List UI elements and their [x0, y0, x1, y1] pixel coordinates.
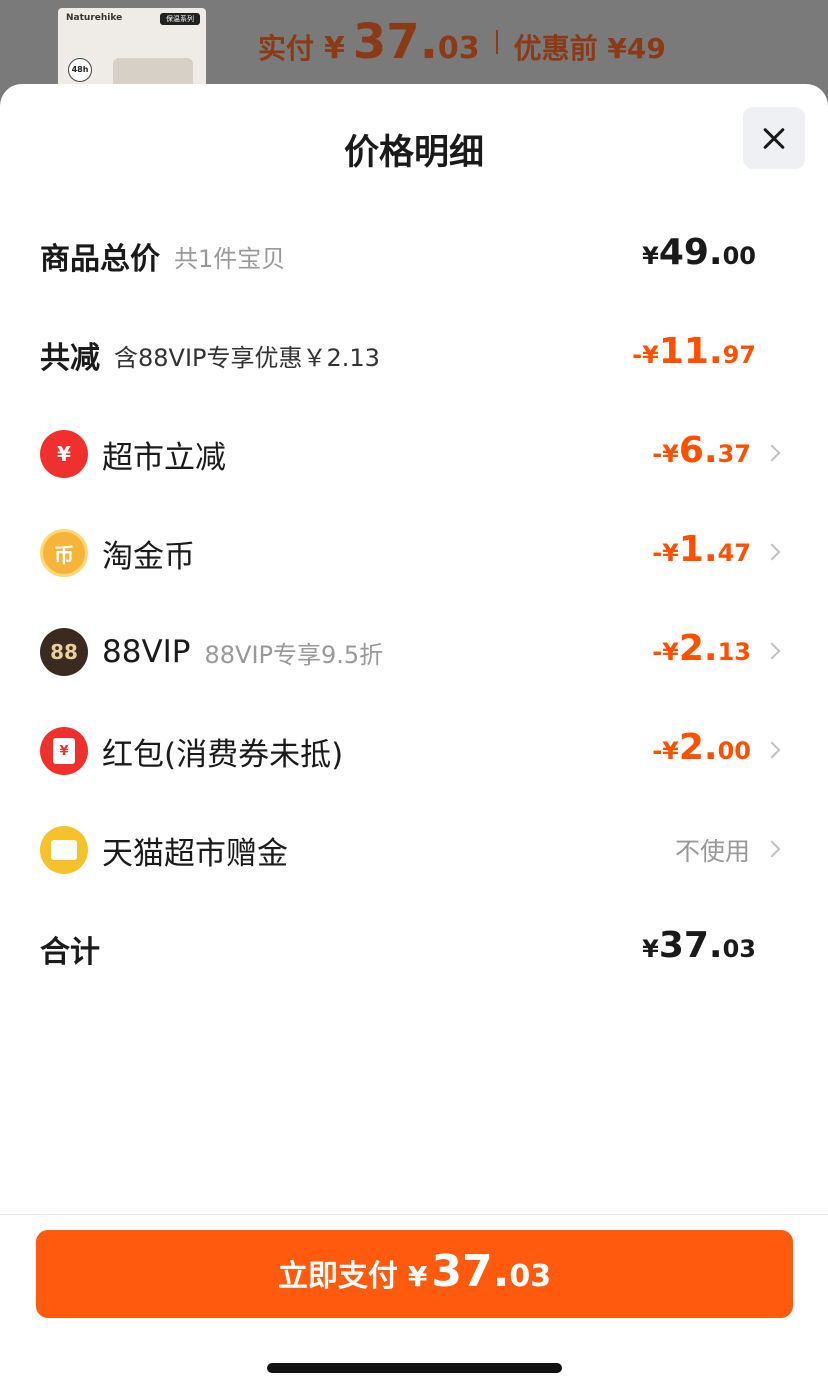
goods-count: 共1件宝贝 — [174, 244, 286, 273]
discount-item-88vip[interactable]: 88 88VIP 88VIP专享9.5折 -¥ 2. 13 — [0, 622, 828, 682]
discount-item-gift-money[interactable]: 天猫超市赠金 不使用 — [0, 820, 828, 880]
item-amount: -¥ 2. 13 — [652, 622, 751, 682]
item-integer: 2. — [678, 628, 718, 669]
item-sub-label: 88VIP专享9.5折 — [204, 640, 384, 669]
grand-total-decimal: 03 — [722, 935, 756, 963]
reduction-yen: -¥ — [632, 341, 659, 369]
paid-yen: ¥ — [324, 31, 345, 66]
thumbnail-badge: 48h — [68, 58, 92, 82]
chevron-right-icon — [763, 543, 781, 561]
reduction-integer: 11. — [658, 331, 723, 372]
item-yen: -¥ — [652, 440, 679, 468]
pay-button-yen: ¥ — [407, 1260, 428, 1293]
88vip-icon: 88 — [40, 628, 88, 676]
item-label-group: ¥ 超市立减 — [40, 424, 226, 484]
chevron-right-icon — [763, 642, 781, 660]
pay-button-decimal: 03 — [509, 1259, 552, 1294]
reduction-label: 共减 — [40, 341, 100, 376]
reduction-note: 含88VIP专享优惠￥2.13 — [114, 343, 380, 372]
item-integer: 1. — [678, 529, 718, 570]
item-integer: 2. — [678, 727, 718, 768]
red-packet-glyph: ¥ — [53, 738, 75, 764]
price-detail-sheet: 价格明细 商品总价 共1件宝贝 ¥ 49. 00 共减 含88VIP专享优惠￥2… — [0, 84, 828, 1391]
goods-total-amount: ¥ 49. 00 — [642, 226, 756, 286]
item-label-group: 币 淘金币 — [40, 523, 195, 583]
chevron-right-icon — [763, 741, 781, 759]
item-decimal: 47 — [717, 539, 751, 567]
item-decimal: 37 — [717, 440, 751, 468]
home-indicator[interactable] — [267, 1363, 562, 1373]
item-amount: -¥ 1. 47 — [652, 523, 751, 583]
item-decimal: 00 — [717, 737, 751, 765]
header-paid-price: 实付 ¥ 37. 03 优惠前 ¥49 — [258, 14, 666, 70]
goods-total-yen: ¥ — [642, 242, 659, 270]
item-label: 红包(消费券未抵) — [102, 736, 344, 773]
item-label-group: ¥ 红包(消费券未抵) — [40, 721, 343, 781]
sheet-title: 价格明细 — [343, 133, 484, 173]
pay-button-integer: 37. — [431, 1246, 510, 1297]
gift-money-icon — [40, 826, 88, 874]
item-label: 超市立减 — [102, 439, 226, 476]
item-amount: -¥ 6. 37 — [652, 424, 751, 484]
item-integer: 6. — [678, 430, 718, 471]
paid-integer: 37. — [352, 14, 438, 70]
total-reduction-row: 共减 含88VIP专享优惠￥2.13 -¥ 11. 97 — [0, 325, 828, 385]
gift-box-glyph — [51, 840, 77, 860]
footer-divider — [0, 1214, 828, 1215]
supermarket-discount-icon: ¥ — [40, 430, 88, 478]
item-amount: -¥ 2. 00 — [652, 721, 751, 781]
chevron-right-icon — [763, 840, 781, 858]
grand-total-amount: ¥ 37. 03 — [642, 919, 756, 979]
goods-total-decimal: 00 — [722, 242, 756, 270]
goods-total-label-group: 商品总价 共1件宝贝 — [40, 226, 285, 286]
reduction-decimal: 97 — [722, 341, 756, 369]
goods-total-row: 商品总价 共1件宝贝 ¥ 49. 00 — [0, 226, 828, 286]
item-label: 88VIP — [102, 634, 191, 670]
thumbnail-brand: Naturehike — [66, 13, 123, 23]
chevron-right-icon — [763, 444, 781, 462]
paid-label: 实付 — [258, 32, 315, 65]
close-button[interactable] — [743, 107, 805, 169]
goods-total-label: 商品总价 — [40, 242, 160, 277]
grand-total-yen: ¥ — [642, 935, 659, 963]
grand-total-label-group: 合计 — [40, 919, 100, 979]
reduction-amount: -¥ 11. 97 — [632, 325, 756, 385]
price-divider — [495, 30, 498, 54]
grand-total-row: 合计 ¥ 37. 03 — [0, 919, 828, 979]
discount-item-supermarket[interactable]: ¥ 超市立减 -¥ 6. 37 — [0, 424, 828, 484]
item-yen: -¥ — [652, 539, 679, 567]
item-label-group: 88 88VIP 88VIP专享9.5折 — [40, 622, 383, 682]
before-discount-price: 优惠前 ¥49 — [513, 32, 666, 65]
reduction-label-group: 共减 含88VIP专享优惠￥2.13 — [40, 325, 380, 385]
item-label: 淘金币 — [102, 538, 195, 575]
discount-item-taojinbi[interactable]: 币 淘金币 -¥ 1. 47 — [0, 523, 828, 583]
grand-total-integer: 37. — [658, 925, 723, 966]
pay-button-label: 立即支付 — [277, 1259, 398, 1294]
item-label: 天猫超市赠金 — [102, 835, 288, 872]
item-label-group: 天猫超市赠金 — [40, 820, 288, 880]
taojinbi-coin-icon: 币 — [40, 529, 88, 577]
goods-total-integer: 49. — [658, 232, 723, 273]
item-yen: -¥ — [652, 638, 679, 666]
paid-decimal: 03 — [437, 31, 480, 66]
red-packet-icon: ¥ — [40, 727, 88, 775]
item-yen: -¥ — [652, 737, 679, 765]
grand-total-label: 合计 — [40, 935, 100, 970]
item-decimal: 13 — [717, 638, 751, 666]
thumbnail-tag: 保温系列 — [160, 13, 200, 25]
discount-item-red-packet[interactable]: ¥ 红包(消费券未抵) -¥ 2. 00 — [0, 721, 828, 781]
gift-money-status: 不使用 — [674, 837, 750, 866]
pay-now-button[interactable]: 立即支付 ¥ 37. 03 — [36, 1230, 793, 1318]
